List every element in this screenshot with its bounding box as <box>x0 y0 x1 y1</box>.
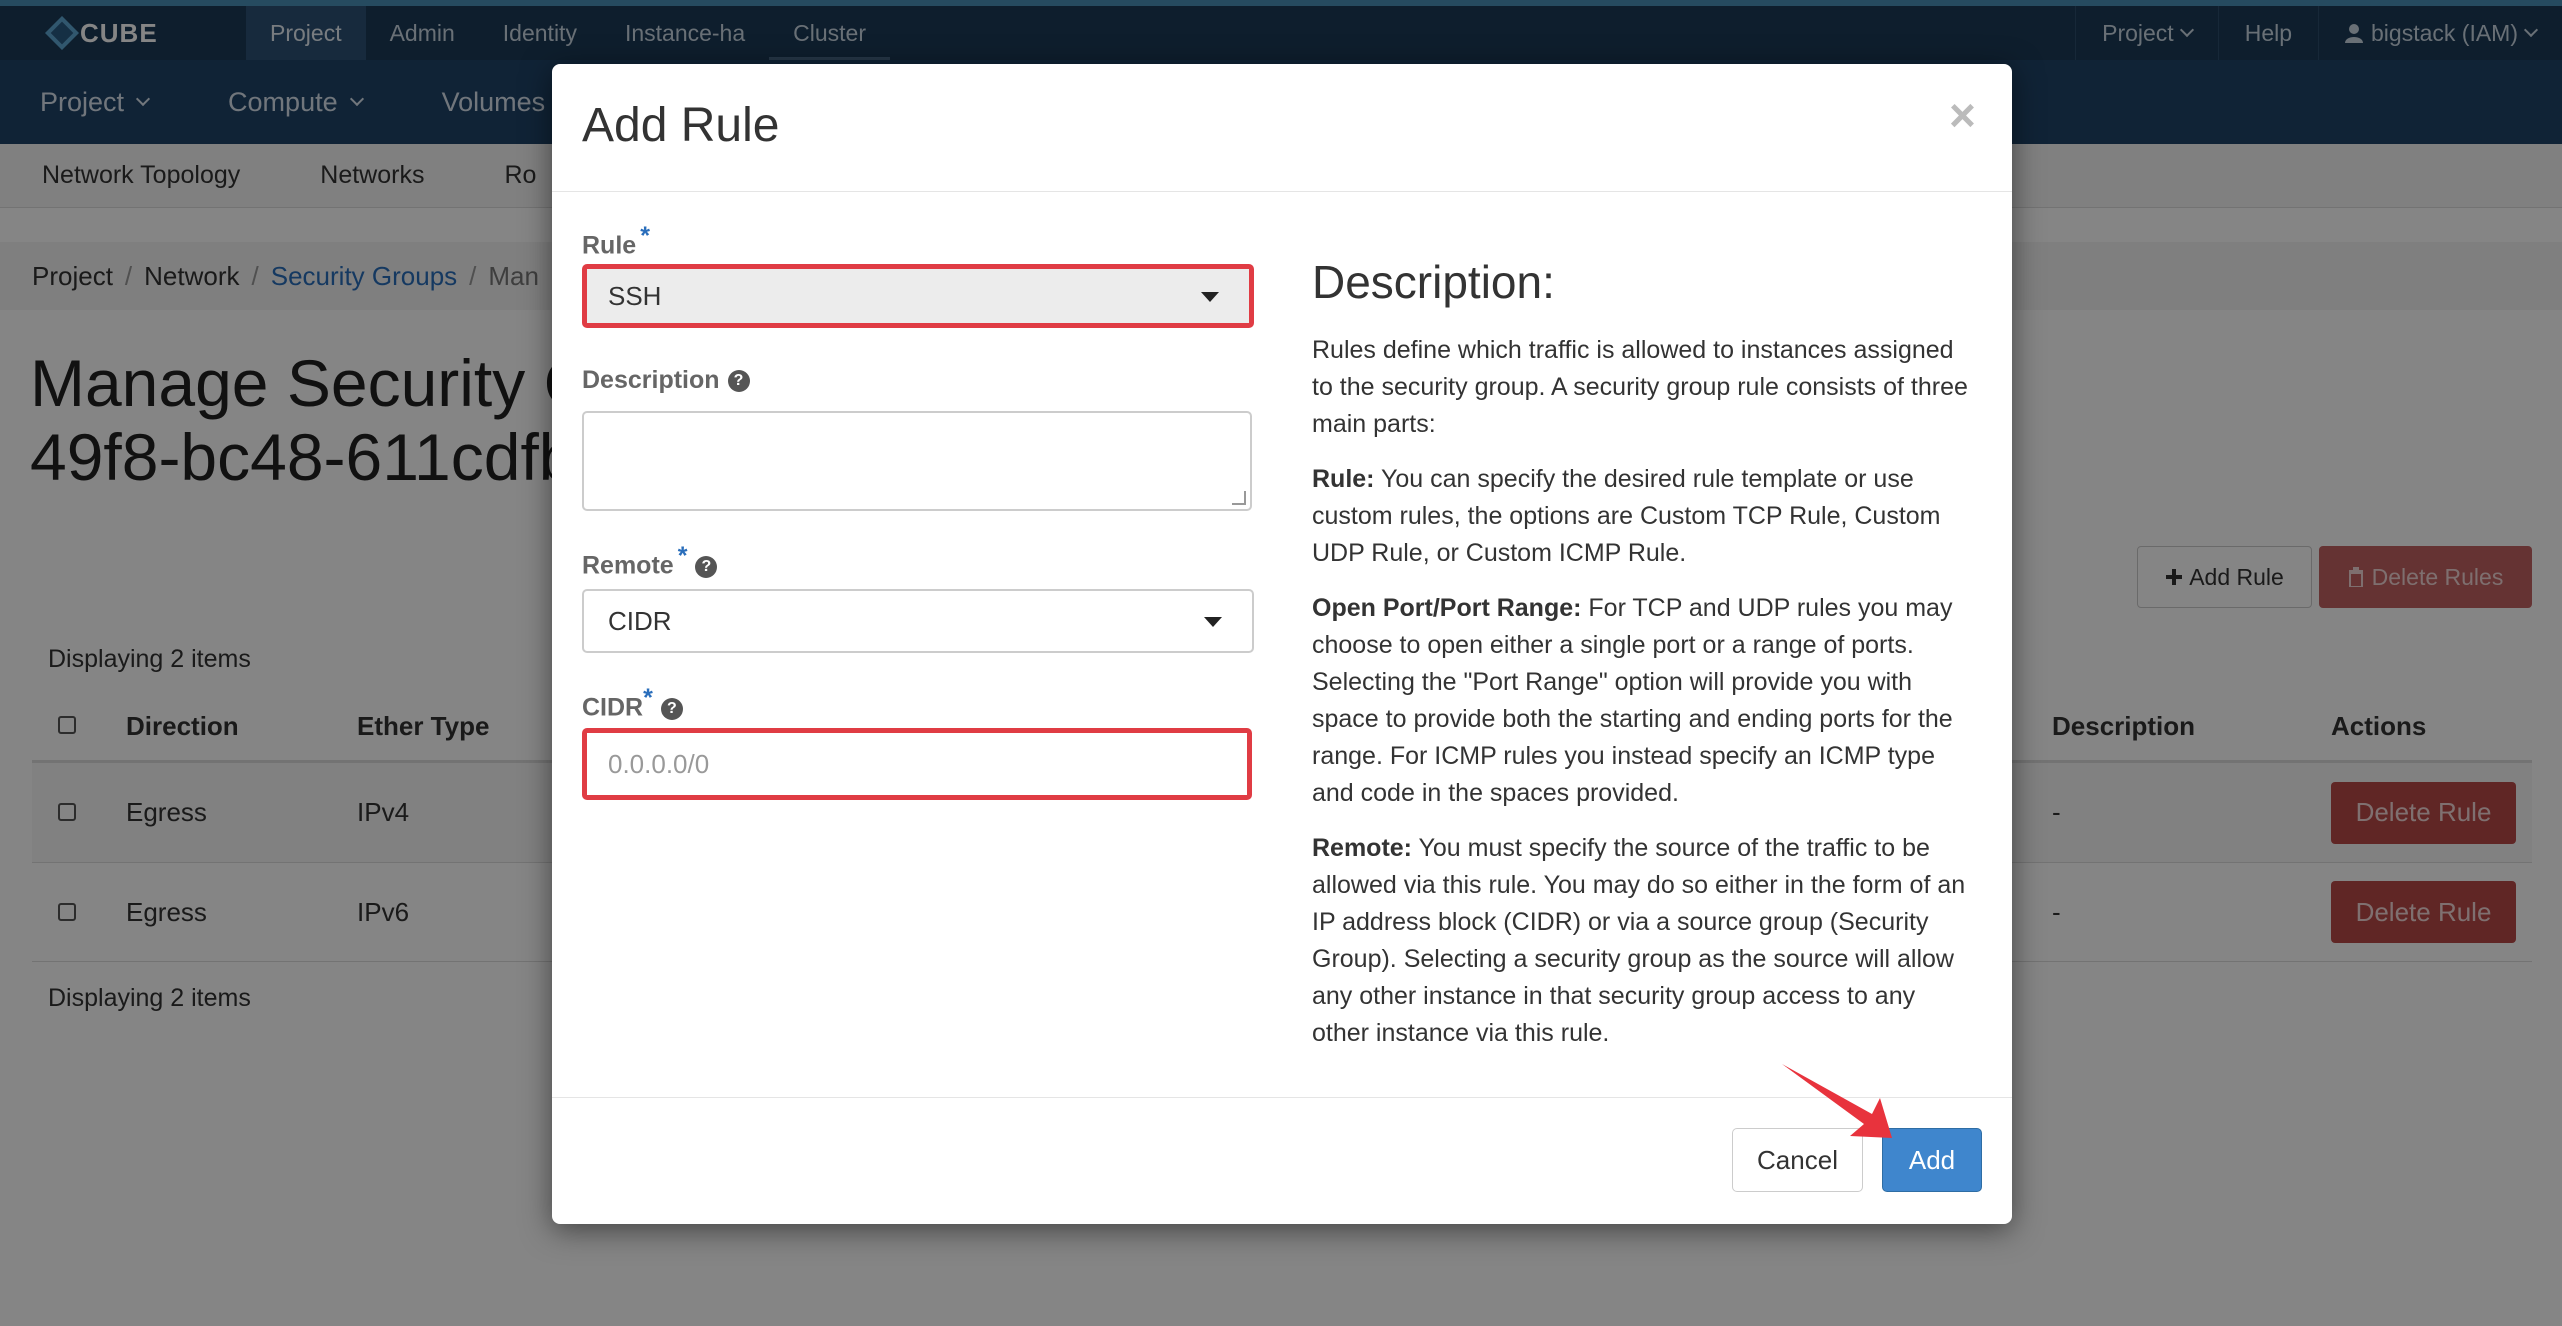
rule-select[interactable]: SSH <box>582 264 1254 328</box>
modal-header: Add Rule × <box>552 64 2012 192</box>
help-port-paragraph: Open Port/Port Range: For TCP and UDP ru… <box>1312 590 1972 812</box>
rule-select-value: SSH <box>608 280 662 311</box>
cidr-label: CIDR*? <box>582 684 683 722</box>
caret-down-icon <box>1204 617 1222 627</box>
description-label-text: Description <box>582 366 720 394</box>
rule-label: Rule * <box>582 222 650 260</box>
description-label: Description? <box>582 366 750 395</box>
help-rule-text: You can specify the desired rule templat… <box>1312 465 1941 567</box>
description-textarea[interactable] <box>582 411 1252 511</box>
cidr-label-text: CIDR <box>582 693 644 722</box>
help-rule-paragraph: Rule: You can specify the desired rule t… <box>1312 461 1972 572</box>
resize-grip-icon[interactable] <box>1232 491 1246 505</box>
required-asterisk: * <box>643 684 653 712</box>
close-icon[interactable]: × <box>1949 88 1976 142</box>
help-icon[interactable]: ? <box>727 370 750 393</box>
help-description-panel: Description: Rules define which traffic … <box>1312 254 1972 1070</box>
modal-title: Add Rule <box>582 99 780 152</box>
caret-down-icon <box>1201 292 1219 302</box>
annotation-arrow-icon <box>1782 1064 1892 1138</box>
cidr-input[interactable]: 0.0.0.0/0 <box>582 728 1252 800</box>
help-port-text: For TCP and UDP rules you may choose to … <box>1312 594 1953 807</box>
remote-label: Remote *? <box>582 542 718 580</box>
required-asterisk: * <box>677 542 688 570</box>
help-port-term: Open Port/Port Range: <box>1312 594 1582 622</box>
help-remote-term: Remote: <box>1312 834 1413 862</box>
help-intro: Rules define which traffic is allowed to… <box>1312 336 1968 438</box>
help-remote-text: You must specify the source of the traff… <box>1312 834 1966 1047</box>
required-asterisk: * <box>640 222 650 250</box>
help-heading: Description: <box>1312 256 1555 308</box>
remote-select[interactable]: CIDR <box>582 589 1254 653</box>
help-icon[interactable]: ? <box>660 697 683 720</box>
cidr-input-placeholder: 0.0.0.0/0 <box>608 748 710 779</box>
remote-select-value: CIDR <box>608 605 672 636</box>
add-rule-modal: Add Rule × Rule * SSH Description? Remote… <box>552 64 2012 1224</box>
help-rule-term: Rule: <box>1312 465 1375 493</box>
help-icon[interactable]: ? <box>695 555 718 578</box>
help-remote-paragraph: Remote: You must specify the source of t… <box>1312 830 1972 1052</box>
remote-label-text: Remote <box>582 551 674 580</box>
rule-label-text: Rule <box>582 231 637 260</box>
add-button[interactable]: Add <box>1882 1128 1982 1192</box>
